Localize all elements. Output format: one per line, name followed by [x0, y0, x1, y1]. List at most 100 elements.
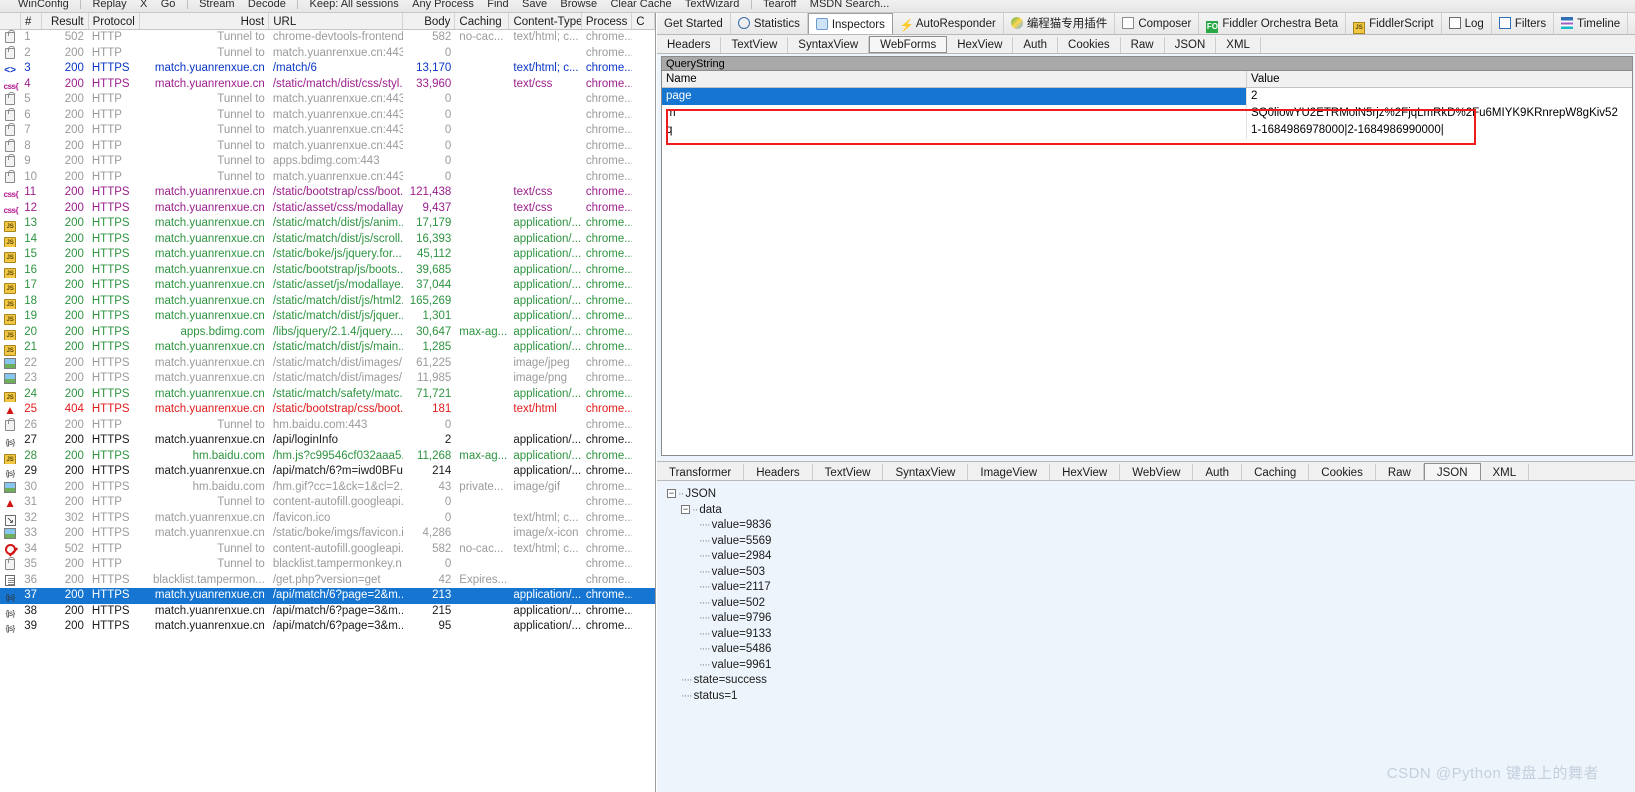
column-header-content-type[interactable]: Content-Type	[509, 13, 582, 29]
response-subtab-webview[interactable]: WebView	[1120, 464, 1194, 480]
inspector-tab-filters[interactable]: Filters	[1492, 13, 1555, 34]
webforms-row[interactable]: q 1-1684986978000|2-1684986990000|	[662, 122, 1632, 139]
session-row[interactable]: 33 200 HTTPS match.yuanrenxue.cn/static/bok…	[0, 526, 655, 542]
request-subtab-textview[interactable]: TextView	[721, 37, 789, 53]
inspector-tab-composer[interactable]: Composer	[1115, 13, 1200, 34]
webforms-grid[interactable]: QueryString Name Value page 2 m SQ0liowYU2E…	[661, 56, 1633, 456]
session-row[interactable]: JS 14 200 HTTPS match.yuanrenxue.cn/static/m…	[0, 232, 655, 247]
toolbar-item-clear-cache[interactable]: Clear Cache	[605, 0, 676, 11]
main-toolbar[interactable]: WinConfig Replay X Go Stream Decode Keep…	[0, 0, 1635, 13]
session-row[interactable]: 1 502 HTTP Tunnel to chrome-devtools-fronten…	[0, 30, 655, 46]
session-row[interactable]: 7 200 HTTP Tunnel to match.yuanrenxue.cn:443…	[0, 123, 655, 139]
inspector-tab-log[interactable]: Log	[1442, 13, 1492, 34]
inspector-tab-timeline[interactable]: Timeline	[1554, 13, 1629, 34]
json-leaf-value[interactable]: ···· value=9836	[667, 518, 1635, 534]
column-header-body[interactable]: Body	[403, 13, 456, 29]
sessions-grid-header[interactable]: # Result Protocol Host URL Body Caching …	[0, 13, 655, 30]
session-row[interactable]: css{4 200 HTTPS match.yuanrenxue.cn/static/…	[0, 77, 655, 93]
inspector-tab-fiddlerscript[interactable]: JS FiddlerScript	[1346, 13, 1442, 34]
session-row[interactable]: 22 200 HTTPS match.yuanrenxue.cn/static/mat…	[0, 356, 655, 372]
column-header-icon[interactable]	[0, 13, 21, 29]
session-row[interactable]: 2 200 HTTP Tunnel to match.yuanrenxue.cn:443…	[0, 45, 655, 62]
session-row[interactable]: JS 19 200 HTTPS match.yuanrenxue.cn/static/m…	[0, 309, 655, 325]
sessions-rows-container[interactable]: 1 502 HTTP Tunnel to chrome-devtools-fronten…	[0, 30, 655, 635]
json-node-root[interactable]: − ·· JSON	[667, 487, 1635, 503]
session-row[interactable]: JS 18 200 HTTPS match.yuanrenxue.cn/static/m…	[0, 294, 655, 309]
column-header-num[interactable]: #	[21, 13, 42, 29]
toolbar-item-save[interactable]: Save	[517, 0, 552, 11]
session-row[interactable]: 8 200 HTTP Tunnel to match.yuanrenxue.cn:443…	[0, 138, 655, 155]
session-row[interactable]: ▲ 25 404 HTTPS match.yuanrenxue.cn/static/bo…	[0, 402, 655, 418]
session-row[interactable]: JS 21 200 HTTPS match.yuanrenxue.cn/static/m…	[0, 340, 655, 356]
session-row[interactable]: {js} 37 200 HTTPS match.yuanrenxue.cn/api/ma…	[0, 588, 655, 604]
session-row[interactable]: ▲ 31 200 HTTP Tunnel to content-autofill.goog…	[0, 495, 655, 511]
inspector-tab-statistics[interactable]: Statistics	[731, 13, 808, 34]
webforms-row[interactable]: m SQ0liowYU2ETRMolN5rjz%2FjqLmRkD%2Fu6MIY…	[662, 105, 1632, 122]
webforms-row[interactable]: page 2	[662, 88, 1632, 105]
inspector-tab-autoresponder[interactable]: ⚡ AutoResponder	[893, 13, 1004, 34]
session-row[interactable]: 26 200 HTTP Tunnel to hm.baidu.com:443 0 chrom…	[0, 417, 655, 434]
json-leaf-status[interactable]: ···· status=1	[667, 689, 1635, 705]
json-leaf-value[interactable]: ···· value=9133	[667, 627, 1635, 643]
column-header-comments[interactable]: C	[632, 13, 655, 29]
inspector-tab-inspectors[interactable]: Inspectors	[807, 13, 893, 34]
toolbar-item-winconfig[interactable]: WinConfig	[0, 0, 74, 11]
session-row[interactable]: {js} 27 200 HTTPS match.yuanrenxue.cn/api/lo…	[0, 433, 655, 449]
request-subtab-raw[interactable]: Raw	[1121, 37, 1165, 53]
response-subtab-xml[interactable]: XML	[1481, 464, 1530, 480]
json-leaf-value[interactable]: ···· value=5486	[667, 642, 1635, 658]
response-subtab-json[interactable]: JSON	[1423, 463, 1481, 480]
session-row[interactable]: JS 16 200 HTTPS match.yuanrenxue.cn/static/b…	[0, 263, 655, 278]
request-inspector-subtabs[interactable]: Headers TextView SyntaxView WebForms HexView…	[657, 35, 1635, 54]
column-header-host[interactable]: Host	[140, 13, 270, 29]
response-subtab-transformer[interactable]: Transformer	[657, 464, 745, 480]
json-leaf-state[interactable]: ···· state=success	[667, 673, 1635, 689]
session-row[interactable]: 35 200 HTTP Tunnel to blacklist.tampermonkey…	[0, 557, 655, 573]
session-row[interactable]: 9 200 HTTP Tunnel to apps.bdimg.com:443 0 chro…	[0, 154, 655, 170]
session-row[interactable]: css{12 200 HTTPS match.yuanrenxue.cn/static…	[0, 201, 655, 217]
session-row[interactable]: JS 17 200 HTTPS match.yuanrenxue.cn/static/a…	[0, 278, 655, 294]
session-row[interactable]: 10 200 HTTP Tunnel to match.yuanrenxue.cn:44…	[0, 169, 655, 186]
session-row[interactable]: JS 20 200 HTTPS apps.bdimg.com/libs/jquery/2…	[0, 325, 655, 340]
response-inspector-subtabs[interactable]: Transformer Headers TextView SyntaxView Imag…	[657, 461, 1635, 481]
json-leaf-value[interactable]: ···· value=503	[667, 565, 1635, 581]
response-subtab-cookies[interactable]: Cookies	[1309, 464, 1376, 480]
toolbar-item-replay[interactable]: Replay	[87, 0, 131, 11]
toolbar-item-msdn-search[interactable]: MSDN Search...	[805, 0, 894, 11]
toolbar-item-textwizard[interactable]: TextWizard	[680, 0, 744, 11]
session-row[interactable]: JS 15 200 HTTPS match.yuanrenxue.cn/static/b…	[0, 247, 655, 263]
request-subtab-auth[interactable]: Auth	[1013, 37, 1059, 53]
session-row[interactable]: JS 28 200 HTTPS hm.baidu.com/hm.js?c99546cf0…	[0, 449, 655, 464]
json-leaf-value[interactable]: ···· value=9961	[667, 658, 1635, 674]
toolbar-item-decode[interactable]: Decode	[243, 0, 291, 11]
response-subtab-caching[interactable]: Caching	[1242, 464, 1310, 480]
inspector-tabstrip[interactable]: Get Started Statistics Inspectors ⚡ AutoResp…	[657, 13, 1635, 35]
session-row[interactable]: <> 3 200 HTTPS match.yuanrenxue.cn/match/6 13…	[0, 61, 655, 77]
response-subtab-textview[interactable]: TextView	[813, 464, 884, 480]
column-header-result[interactable]: Result	[42, 13, 89, 29]
toolbar-item-go[interactable]: Go	[156, 0, 181, 11]
response-subtab-raw[interactable]: Raw	[1376, 464, 1424, 480]
session-row[interactable]: JS 13 200 HTTPS match.yuanrenxue.cn/static/m…	[0, 216, 655, 232]
column-header-process[interactable]: Process	[582, 13, 633, 29]
sessions-list[interactable]: # Result Protocol Host URL Body Caching …	[0, 13, 656, 792]
webforms-col-value[interactable]: Value	[1247, 71, 1632, 87]
webforms-header[interactable]: Name Value	[662, 71, 1632, 88]
toolbar-item-keep-sessions[interactable]: Keep: All sessions	[305, 0, 404, 11]
session-row[interactable]: ↘ 32 302 HTTPS match.yuanrenxue.cn/favicon.i…	[0, 511, 655, 527]
request-subtab-headers[interactable]: Headers	[657, 37, 722, 53]
session-row[interactable]: {js} 29 200 HTTPS match.yuanrenxue.cn/api/ma…	[0, 464, 655, 480]
session-row[interactable]: 30 200 HTTPS hm.baidu.com/hm.gif?cc=1&ck=1&…	[0, 480, 655, 496]
column-header-url[interactable]: URL	[269, 13, 404, 29]
session-row[interactable]: 23 200 HTTPS match.yuanrenxue.cn/static/mat…	[0, 371, 655, 387]
session-row[interactable]: JS 24 200 HTTPS match.yuanrenxue.cn/static/m…	[0, 387, 655, 402]
json-leaf-value[interactable]: ···· value=5569	[667, 534, 1635, 550]
column-header-caching[interactable]: Caching	[455, 13, 510, 29]
json-leaf-value[interactable]: ···· value=2117	[667, 580, 1635, 596]
request-subtab-json[interactable]: JSON	[1165, 37, 1217, 53]
json-leaf-value[interactable]: ···· value=502	[667, 596, 1635, 612]
json-node-data[interactable]: − ·· data	[667, 503, 1635, 519]
response-subtab-hexview[interactable]: HexView	[1050, 464, 1121, 480]
response-subtab-syntaxview[interactable]: SyntaxView	[883, 464, 969, 480]
response-subtab-imageview[interactable]: ImageView	[968, 464, 1051, 480]
